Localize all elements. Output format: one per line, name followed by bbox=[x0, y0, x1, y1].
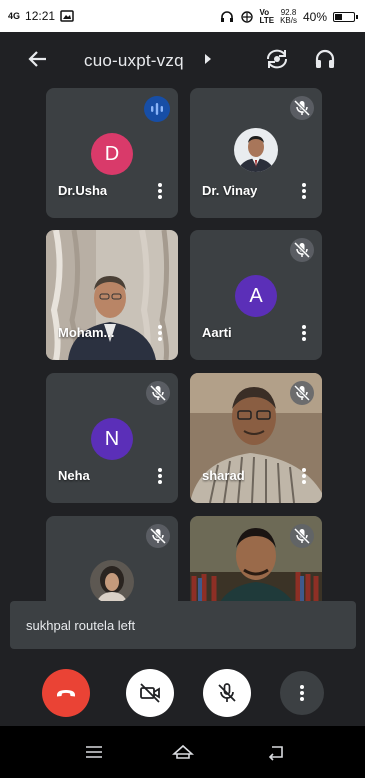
gallery-notification-icon bbox=[60, 10, 74, 22]
battery-percent: 40% bbox=[302, 10, 327, 24]
more-vert-icon[interactable] bbox=[296, 324, 312, 342]
home-icon[interactable] bbox=[172, 741, 194, 763]
participant-tile[interactable]: A Aarti bbox=[190, 230, 322, 360]
participant-name: sharad bbox=[202, 468, 245, 483]
camera-toggle-button[interactable] bbox=[126, 669, 174, 717]
call-controls bbox=[0, 660, 365, 726]
avatar: A bbox=[235, 275, 277, 317]
mic-off-icon bbox=[290, 524, 314, 548]
system-nav-bar bbox=[0, 726, 365, 778]
back-icon[interactable] bbox=[266, 741, 288, 763]
net-speed-unit: KB/s bbox=[280, 16, 297, 25]
headphones-icon[interactable] bbox=[313, 47, 337, 71]
participant-name: Dr. Vinay bbox=[202, 183, 258, 198]
more-vert-icon[interactable] bbox=[152, 324, 168, 342]
participant-tile[interactable]: N Neha bbox=[46, 373, 178, 503]
end-call-button[interactable] bbox=[42, 669, 90, 717]
avatar-initial: A bbox=[249, 284, 263, 307]
battery-icon bbox=[333, 12, 358, 22]
mic-off-icon bbox=[290, 381, 314, 405]
status-bar: 4G 12:21 Vo LTE 92.8 KB/s 40% bbox=[0, 0, 365, 32]
snackbar-notification: sukhpal routela left bbox=[10, 601, 356, 649]
menu-icon[interactable] bbox=[83, 741, 105, 763]
camera-off-icon bbox=[140, 683, 160, 703]
avatar-initial: D bbox=[104, 142, 120, 165]
avatar: N bbox=[91, 418, 133, 460]
more-options-icon bbox=[300, 685, 304, 701]
mic-toggle-button[interactable] bbox=[203, 669, 251, 717]
meet-call-screen: cuo-uxpt-vzq D Dr.Usha Dr. Vinay Moham..… bbox=[0, 32, 365, 778]
participant-name: Moham... bbox=[58, 325, 115, 340]
participant-tile[interactable]: Moham... bbox=[46, 230, 178, 360]
more-vert-icon[interactable] bbox=[152, 182, 168, 200]
profile-photo bbox=[234, 128, 278, 172]
participant-name: Dr.Usha bbox=[58, 183, 108, 198]
participant-tile[interactable]: Dr. Vinay bbox=[190, 88, 322, 218]
participant-name: Aarti bbox=[202, 325, 232, 340]
switch-camera-icon[interactable] bbox=[264, 47, 290, 71]
mic-off-icon bbox=[290, 238, 314, 262]
profile-photo bbox=[90, 560, 134, 604]
network-type: 4G bbox=[8, 11, 21, 21]
back-arrow-icon[interactable] bbox=[26, 47, 50, 71]
participant-tile[interactable]: sharad bbox=[190, 373, 322, 503]
mic-off-icon bbox=[146, 524, 170, 548]
mic-off-icon bbox=[290, 96, 314, 120]
participant-name: Neha bbox=[58, 468, 90, 483]
more-vert-icon[interactable] bbox=[296, 182, 312, 200]
top-bar: cuo-uxpt-vzq bbox=[0, 32, 365, 86]
clock: 12:21 bbox=[25, 9, 56, 23]
end-call-icon bbox=[57, 690, 75, 697]
meeting-code[interactable]: cuo-uxpt-vzq bbox=[84, 51, 184, 71]
more-options-button[interactable] bbox=[280, 671, 324, 715]
mic-off-icon bbox=[146, 381, 170, 405]
avatar: D bbox=[91, 133, 133, 175]
chevron-right-icon[interactable] bbox=[204, 54, 212, 64]
net-speed: 92.8 KB/s bbox=[280, 9, 297, 25]
more-vert-icon[interactable] bbox=[296, 467, 312, 485]
snackbar-text: sukhpal routela left bbox=[26, 618, 136, 633]
headset-status-icon bbox=[220, 11, 233, 22]
vibrate-icon bbox=[240, 11, 253, 23]
battery-fill bbox=[335, 14, 342, 20]
mic-off-icon bbox=[218, 683, 236, 702]
speaking-indicator-icon bbox=[144, 96, 170, 122]
more-vert-icon[interactable] bbox=[152, 467, 168, 485]
avatar-initial: N bbox=[104, 427, 120, 450]
signal-icon: Vo LTE bbox=[259, 8, 275, 25]
participant-tile[interactable]: D Dr.Usha bbox=[46, 88, 178, 218]
